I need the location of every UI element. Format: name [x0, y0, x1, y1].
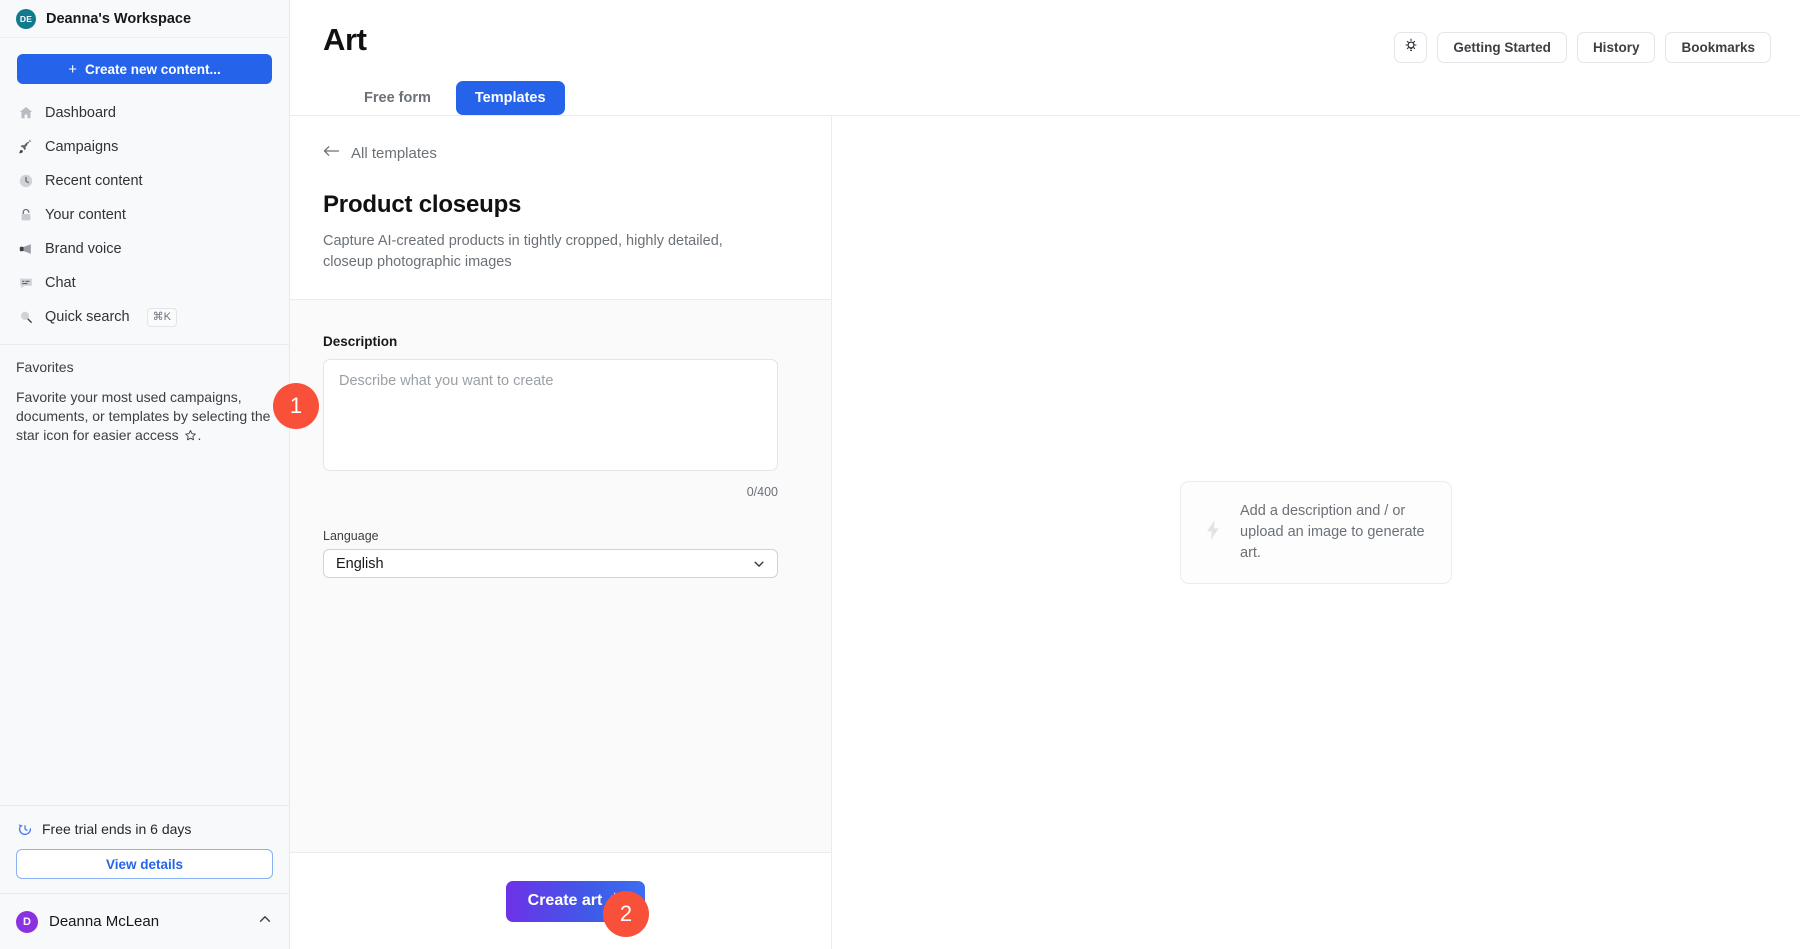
create-new-content-button[interactable]: + Create new content...	[17, 54, 272, 84]
sidebar-item-label: Dashboard	[45, 105, 116, 121]
arrow-left-icon	[323, 144, 341, 162]
user-menu[interactable]: D Deanna McLean	[0, 893, 289, 949]
bookmarks-button[interactable]: Bookmarks	[1665, 32, 1771, 63]
language-select-wrap: English	[323, 549, 778, 578]
workspace-header[interactable]: DE Deanna's Workspace	[0, 0, 289, 38]
mode-tabs: Free form Templates	[323, 81, 1771, 115]
page-title: Art	[323, 22, 367, 58]
sidebar-item-your-content[interactable]: Your content	[0, 198, 289, 232]
user-name: Deanna McLean	[49, 913, 246, 930]
sidebar-nav: Dashboard Campaigns Recent content Your …	[0, 96, 289, 334]
sidebar-item-brand-voice[interactable]: Brand voice	[0, 232, 289, 266]
trial-clock-icon	[16, 820, 33, 837]
footer-bar: Create art	[290, 852, 831, 949]
history-button[interactable]: History	[1577, 32, 1656, 63]
clock-icon	[17, 173, 34, 190]
trial-section: Free trial ends in 6 days View details	[0, 805, 289, 893]
preview-panel: Add a description and / or upload an ima…	[832, 116, 1800, 949]
main-area: Art Getting Started Histo	[290, 0, 1800, 949]
sidebar-item-label: Chat	[45, 275, 76, 291]
tips-button[interactable]	[1394, 32, 1427, 63]
view-details-button[interactable]: View details	[16, 849, 273, 879]
plus-icon: +	[68, 62, 77, 77]
chat-bubble-icon	[17, 275, 34, 292]
tab-templates[interactable]: Templates	[456, 81, 565, 115]
rocket-icon	[17, 139, 34, 156]
app-root: DE Deanna's Workspace + Create new conte…	[0, 0, 1800, 949]
lock-icon	[17, 207, 34, 224]
favorites-empty-text-body: Favorite your most used campaigns, docum…	[16, 389, 270, 443]
trial-text: Free trial ends in 6 days	[42, 821, 191, 837]
workspace-avatar: DE	[16, 9, 36, 29]
quick-search-shortcut: ⌘K	[147, 308, 177, 327]
main-header: Art Getting Started Histo	[290, 0, 1800, 115]
all-templates-back-link[interactable]: All templates	[323, 144, 437, 162]
content-split: All templates Product closeups Capture A…	[290, 115, 1800, 949]
template-panel: All templates Product closeups Capture A…	[290, 116, 832, 949]
favorites-title: Favorites	[16, 359, 273, 375]
template-form: Description 0/400 Language English	[290, 300, 831, 852]
sidebar-item-label: Recent content	[45, 173, 143, 189]
annotation-badge-2: 2	[603, 891, 649, 937]
sidebar-item-quick-search[interactable]: Quick search ⌘K	[0, 300, 289, 334]
getting-started-button[interactable]: Getting Started	[1437, 32, 1567, 63]
tab-free-form[interactable]: Free form	[345, 81, 450, 115]
language-label: Language	[323, 529, 798, 543]
sidebar-item-label: Brand voice	[45, 241, 122, 257]
annotation-badge-1: 1	[273, 383, 319, 429]
template-title: Product closeups	[323, 191, 798, 219]
create-art-label: Create art	[528, 892, 603, 910]
sidebar-item-recent-content[interactable]: Recent content	[0, 164, 289, 198]
home-icon	[17, 105, 34, 122]
all-templates-label: All templates	[351, 145, 437, 162]
sidebar-item-label: Your content	[45, 207, 126, 223]
workspace-name: Deanna's Workspace	[46, 11, 191, 27]
lightbulb-icon	[1403, 38, 1419, 57]
description-label: Description	[323, 334, 798, 349]
template-description: Capture AI-created products in tightly c…	[323, 231, 773, 273]
sidebar-item-label: Quick search	[45, 309, 130, 325]
search-icon	[17, 309, 34, 326]
sidebar-spacer	[0, 447, 289, 805]
preview-placeholder-text: Add a description and / or upload an ima…	[1240, 501, 1429, 564]
sidebar-item-label: Campaigns	[45, 139, 118, 155]
trial-row: Free trial ends in 6 days	[16, 820, 273, 837]
sidebar: DE Deanna's Workspace + Create new conte…	[0, 0, 290, 949]
description-counter: 0/400	[323, 485, 778, 499]
sidebar-item-campaigns[interactable]: Campaigns	[0, 130, 289, 164]
create-new-content-label: Create new content...	[85, 62, 221, 77]
sidebar-item-chat[interactable]: Chat	[0, 266, 289, 300]
favorites-section: Favorites Favorite your most used campai…	[0, 345, 289, 447]
chevron-up-icon[interactable]	[257, 911, 273, 932]
avatar: D	[16, 911, 38, 933]
main-header-row: Art Getting Started Histo	[323, 0, 1771, 63]
star-icon	[184, 428, 197, 447]
template-header: All templates Product closeups Capture A…	[290, 116, 831, 300]
preview-placeholder-card: Add a description and / or upload an ima…	[1180, 481, 1452, 584]
sidebar-item-dashboard[interactable]: Dashboard	[0, 96, 289, 130]
header-actions: Getting Started History Bookmarks	[1394, 32, 1771, 63]
favorites-empty-text: Favorite your most used campaigns, docum…	[16, 388, 273, 447]
description-field[interactable]	[323, 359, 778, 471]
favorites-empty-text-suffix: .	[198, 427, 202, 443]
language-select[interactable]: English	[323, 549, 778, 578]
bolt-icon	[1203, 519, 1223, 546]
megaphone-icon	[17, 241, 34, 258]
